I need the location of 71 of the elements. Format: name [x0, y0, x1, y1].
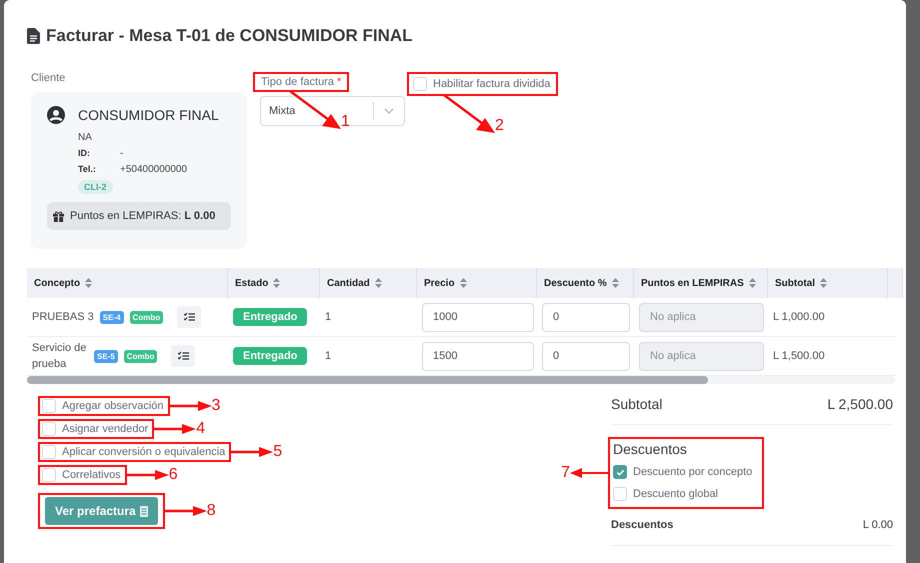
sort-icon[interactable] [612, 278, 619, 288]
list-check-icon[interactable] [171, 345, 196, 367]
concept-text: PRUEBAS 3 [32, 311, 94, 323]
subtotal-text: L 1,500.00 [773, 350, 825, 362]
document-icon [27, 28, 40, 44]
column-header: Concepto [27, 268, 228, 298]
summary-value: L 2,500.00 [827, 396, 893, 412]
field-label: Tel.: [78, 164, 97, 175]
gift-icon [53, 210, 64, 222]
client-name: CONSUMIDOR FINAL [78, 107, 219, 123]
status-badge: Entregado [233, 347, 308, 365]
column-header: Puntos en LEMPIRAS [634, 268, 768, 298]
user-icon [47, 106, 65, 124]
callout-number: 3 [212, 398, 220, 414]
field-label: Tipo de factura * [261, 76, 342, 88]
callout-number: 2 [495, 118, 504, 134]
checkbox-label: Asignar vendedor [62, 423, 148, 435]
checkbox-label: Aplicar conversión o equivalencia [62, 446, 226, 458]
field-label: Cliente [31, 72, 66, 84]
summary-label: Descuentos [611, 519, 674, 531]
combo-badge: Combo [124, 350, 158, 362]
code-badge: SE-5 [94, 350, 118, 362]
checkbox-label: Agregar observación [62, 400, 164, 412]
section-title: Descuentos [613, 441, 688, 457]
column-header: Estado [228, 268, 320, 298]
column-header: Descuento % [537, 268, 634, 298]
sort-icon[interactable] [273, 278, 280, 288]
summary-value: L 0.00 [862, 519, 893, 531]
points-text: Puntos en LEMPIRAS: L 0.00 [70, 210, 216, 222]
column-header: Subtotal [768, 268, 888, 298]
sort-icon[interactable] [374, 278, 382, 288]
receipt-icon [140, 506, 148, 516]
callout-number: 7 [561, 465, 570, 481]
client-tag: CLI-2 [78, 180, 112, 194]
combo-badge: Combo [130, 310, 164, 324]
check-icon [616, 468, 624, 476]
subtotal-text: L 1,000.00 [773, 311, 825, 323]
column-header: Precio [417, 268, 537, 298]
field-value: +50400000000 [120, 164, 188, 175]
price-input[interactable]: 1000 [422, 302, 534, 332]
sort-icon[interactable] [748, 278, 756, 288]
price-input[interactable]: 1500 [422, 342, 534, 370]
dialog-title: Facturar - Mesa T-01 de CONSUMIDOR FINAL [46, 26, 413, 46]
code-badge: SE-4 [100, 310, 124, 324]
field-value: - [120, 148, 124, 159]
header-filler [888, 268, 903, 298]
callout-number: 5 [273, 444, 282, 460]
sort-icon[interactable] [820, 278, 827, 288]
callout-number: 8 [206, 503, 216, 519]
chevron-down-icon [384, 108, 394, 114]
quantity-text: 1 [325, 350, 332, 362]
status-badge: Entregado [233, 308, 308, 326]
checkbox[interactable] [613, 465, 627, 479]
client-subtitle: NA [78, 132, 93, 143]
field-label: ID: [78, 148, 91, 159]
column-header: Cantidad [320, 268, 417, 298]
discount-input[interactable]: 0 [542, 342, 630, 370]
discount-input[interactable]: 0 [542, 302, 630, 332]
checkbox-label: Correlativos [62, 469, 121, 481]
checkbox-label: Habilitar factura dividida [433, 78, 550, 90]
summary-label: Subtotal [611, 396, 662, 412]
callout-number: 4 [196, 421, 206, 437]
callout-number: 6 [168, 467, 178, 483]
checkbox-label: Descuento global [633, 488, 718, 500]
sort-icon[interactable] [460, 278, 467, 288]
quantity-text: 1 [325, 311, 332, 323]
checkbox-label: Descuento por concepto [633, 466, 752, 478]
list-check-icon[interactable] [177, 306, 202, 328]
sort-icon[interactable] [85, 278, 92, 288]
concept-text: Servicio de prueba [32, 340, 88, 372]
scrollbar-thumb[interactable] [27, 376, 708, 384]
